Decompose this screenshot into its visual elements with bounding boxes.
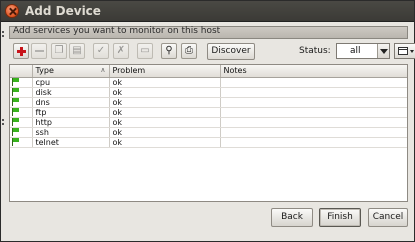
type-cell: ftp bbox=[32, 107, 110, 118]
type-cell: dns bbox=[32, 97, 110, 108]
type-cell: ssh bbox=[32, 127, 110, 138]
cancel-button[interactable]: Cancel bbox=[368, 208, 408, 227]
finish-button[interactable]: Finish bbox=[319, 208, 361, 227]
status-cell bbox=[10, 137, 33, 148]
close-button[interactable] bbox=[5, 4, 19, 18]
problem-cell: ok bbox=[109, 77, 221, 88]
status-flag-icon bbox=[12, 127, 20, 136]
sort-ascending-icon: ∧ bbox=[100, 66, 106, 74]
check-icon: ✓ bbox=[96, 45, 106, 56]
comment-icon: ▭ bbox=[140, 45, 150, 56]
columns-menu-button[interactable] bbox=[394, 43, 415, 59]
columns-icon bbox=[398, 47, 408, 55]
status-cell bbox=[10, 97, 33, 108]
title-bar: Add Device bbox=[1, 1, 414, 22]
resize-grip-mark bbox=[2, 123, 4, 125]
status-cell bbox=[10, 117, 33, 128]
check-button[interactable]: ✓ bbox=[93, 43, 109, 59]
resize-grip-mark bbox=[2, 35, 4, 37]
status-flag-icon bbox=[12, 117, 20, 126]
problem-cell: ok bbox=[109, 137, 221, 148]
back-button[interactable]: Back bbox=[271, 208, 313, 227]
table-row[interactable]: http ok bbox=[10, 117, 407, 128]
column-header-status[interactable] bbox=[10, 65, 33, 78]
resize-grip-mark bbox=[2, 31, 4, 33]
problem-cell: ok bbox=[109, 127, 221, 138]
column-header-notes[interactable]: Notes bbox=[220, 65, 407, 78]
remove-service-button[interactable] bbox=[31, 43, 47, 59]
problem-cell: ok bbox=[109, 107, 221, 118]
notes-cell[interactable] bbox=[220, 127, 407, 138]
services-table: Type ∧ Problem Notes cpu ok disk ok dns … bbox=[9, 64, 408, 202]
table-header-row: Type ∧ Problem Notes bbox=[10, 65, 407, 78]
add-device-dialog: Add Device Add services you want to moni… bbox=[0, 0, 415, 242]
copy-button[interactable]: ❐ bbox=[51, 43, 67, 59]
notes-cell[interactable] bbox=[220, 77, 407, 88]
notes-cell[interactable] bbox=[220, 117, 407, 128]
instruction-bar: Add services you want to monitor on this… bbox=[9, 26, 408, 39]
problem-cell: ok bbox=[109, 117, 221, 128]
find-icon: ⚲ bbox=[165, 45, 173, 56]
problem-cell: ok bbox=[109, 97, 221, 108]
type-cell: telnet bbox=[32, 137, 110, 148]
status-label: Status: bbox=[299, 46, 331, 56]
column-header-problem[interactable]: Problem bbox=[109, 65, 221, 78]
type-cell: http bbox=[32, 117, 110, 128]
status-flag-icon bbox=[12, 77, 20, 86]
paste-button[interactable]: ▤ bbox=[69, 43, 85, 59]
table-row[interactable]: dns ok bbox=[10, 97, 407, 108]
column-header-type[interactable]: Type ∧ bbox=[32, 65, 110, 78]
instruction-text: Add services you want to monitor on this… bbox=[13, 26, 221, 36]
chevron-down-icon bbox=[377, 44, 389, 58]
type-cell: cpu bbox=[32, 77, 110, 88]
table-row[interactable]: disk ok bbox=[10, 87, 407, 98]
caret-down-icon bbox=[410, 50, 414, 53]
problem-cell: ok bbox=[109, 87, 221, 98]
window-title: Add Device bbox=[25, 4, 101, 18]
notes-cell[interactable] bbox=[220, 87, 407, 98]
resize-grip-mark bbox=[2, 119, 4, 121]
notes-cell[interactable] bbox=[220, 97, 407, 108]
remove-icon bbox=[34, 50, 44, 52]
status-cell bbox=[10, 127, 33, 138]
status-flag-icon bbox=[12, 97, 20, 106]
print-icon: ⎙ bbox=[185, 45, 193, 56]
status-cell bbox=[10, 77, 33, 88]
discover-button[interactable]: Discover bbox=[207, 43, 255, 60]
status-flag-icon bbox=[12, 87, 20, 96]
table-row[interactable]: ssh ok bbox=[10, 127, 407, 138]
type-cell: disk bbox=[32, 87, 110, 98]
paste-icon: ▤ bbox=[72, 45, 82, 56]
table-row[interactable]: cpu ok bbox=[10, 77, 407, 88]
find-button[interactable]: ⚲ bbox=[161, 43, 177, 59]
status-cell bbox=[10, 87, 33, 98]
status-select[interactable]: all bbox=[336, 43, 390, 59]
status-flag-icon bbox=[12, 107, 20, 116]
status-cell bbox=[10, 107, 33, 118]
status-value: all bbox=[350, 46, 361, 56]
uncheck-button[interactable]: ✗ bbox=[113, 43, 129, 59]
column-header-type-label: Type bbox=[35, 66, 54, 76]
table-row[interactable]: telnet ok bbox=[10, 137, 407, 148]
notes-cell[interactable] bbox=[220, 137, 407, 148]
comment-button[interactable]: ▭ bbox=[137, 43, 153, 59]
add-icon bbox=[16, 46, 26, 56]
toolbar: ❐ ▤ ✓ ✗ ▭ ⚲ ⎙ Discover Status: all bbox=[9, 42, 415, 62]
table-row[interactable]: ftp ok bbox=[10, 107, 407, 118]
print-button[interactable]: ⎙ bbox=[181, 43, 197, 59]
notes-cell[interactable] bbox=[220, 107, 407, 118]
copy-icon: ❐ bbox=[54, 45, 64, 56]
uncheck-icon: ✗ bbox=[116, 45, 126, 56]
status-flag-icon bbox=[12, 137, 20, 146]
add-service-button[interactable] bbox=[13, 43, 29, 59]
